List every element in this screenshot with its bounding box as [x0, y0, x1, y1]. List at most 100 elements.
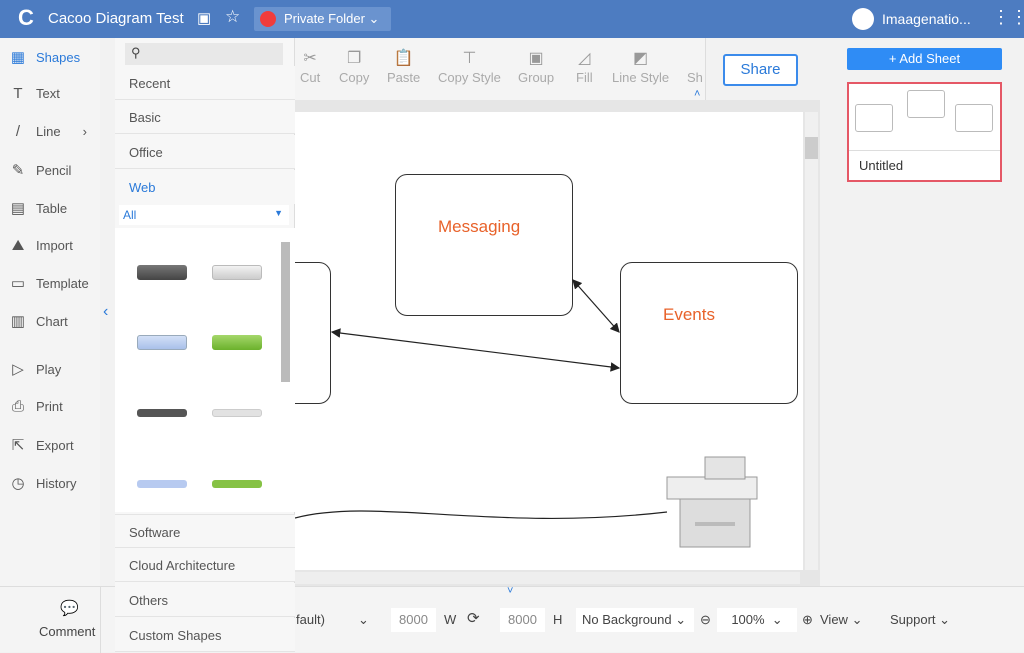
nav-shapes[interactable]: ▦ Shapes [8, 48, 80, 66]
chevron-right-icon[interactable]: › [83, 124, 87, 139]
divider [705, 38, 706, 100]
user-name[interactable]: Imaagenatio... [882, 11, 971, 27]
shape-dark-button[interactable] [137, 265, 187, 280]
dropdown-icon: ▼ [274, 208, 283, 218]
support-label: Support [890, 612, 936, 627]
group-button[interactable]: ▣ Group [518, 50, 555, 85]
support-menu[interactable]: Support ⌄ [890, 612, 950, 628]
print-icon: ⎙ [11, 398, 24, 415]
printer-icon[interactable] [666, 456, 758, 548]
shape-dark-bar[interactable] [137, 409, 187, 417]
apps-grid-icon[interactable]: ⋮⋮ [992, 7, 1024, 28]
nav-label: History [36, 475, 77, 491]
nav-import[interactable]: ⛰ Import [8, 237, 73, 254]
scissors-icon: ✂ [303, 50, 317, 67]
nav-label: Pencil [36, 162, 72, 178]
shapes-icon: ▦ [10, 49, 26, 66]
chevron-down-icon: ⌄ [368, 11, 380, 26]
category-software[interactable]: Software [115, 514, 295, 548]
horizontal-scrollbar[interactable] [295, 572, 800, 584]
nav-label: Text [36, 86, 60, 101]
nav-pencil[interactable]: ✎ Pencil [8, 161, 72, 179]
avatar[interactable] [852, 8, 874, 30]
line-style-button[interactable]: ◩ Line Style [612, 50, 670, 85]
copy-style-button[interactable]: ⊤ Copy Style [438, 50, 501, 85]
shape-blue-button[interactable] [137, 335, 187, 350]
collapse-toolbar-icon[interactable]: ˄ [694, 88, 700, 100]
gallery-scrollbar[interactable] [281, 242, 290, 382]
shape-search-input[interactable]: ⚲ [125, 43, 283, 65]
category-recent[interactable]: Recent [115, 66, 295, 100]
chart-icon: ▥ [10, 313, 26, 330]
tool-label: Group [518, 70, 555, 85]
page-size-select[interactable]: fault) [296, 612, 325, 627]
nav-chart[interactable]: ▥ Chart [8, 312, 68, 330]
history-icon: ◷ [11, 475, 25, 492]
shape-blue-bar[interactable] [137, 480, 187, 488]
shadow-button[interactable]: Sh [687, 70, 703, 85]
background-value: No Background [582, 612, 672, 627]
height-input[interactable]: 8000 [500, 608, 545, 632]
connectors [295, 279, 758, 548]
swap-icon[interactable]: ⟳ [467, 609, 480, 627]
comment-icon[interactable]: 💬 [60, 599, 79, 617]
nav-text[interactable]: T Text [8, 85, 60, 102]
scroll-thumb[interactable] [805, 137, 818, 159]
nav-print[interactable]: ⎙ Print [8, 398, 63, 415]
fill-button[interactable]: ◿ Fill [576, 50, 593, 85]
connector-line[interactable] [572, 279, 620, 333]
curved-connector[interactable] [295, 510, 668, 520]
diagram-canvas[interactable]: Messaging Events [275, 112, 803, 570]
collapse-panel-icon[interactable]: ‹ [103, 303, 108, 321]
sheet-thumbnail[interactable]: Untitled [847, 82, 1002, 182]
expand-bottom-icon[interactable]: ˅ [507, 585, 513, 597]
nav-history[interactable]: ◷ History [8, 474, 76, 492]
zoom-select[interactable]: 100% ⌄ [717, 608, 797, 632]
star-icon[interactable]: ☆ [225, 7, 240, 27]
nav-label: Chart [36, 313, 68, 329]
paste-button[interactable]: 📋 Paste [387, 50, 420, 85]
share-members-icon[interactable]: ▣ [197, 9, 211, 27]
category-office[interactable]: Office [115, 135, 295, 169]
nav-line[interactable]: / Line › [8, 123, 87, 140]
shape-green-button[interactable] [212, 335, 262, 350]
nav-play[interactable]: ▷ Play [8, 360, 61, 378]
vertical-scrollbar[interactable] [805, 112, 818, 570]
folder-button[interactable]: Private Folder ⌄ [254, 7, 391, 31]
category-others[interactable]: Others [115, 583, 295, 617]
divider [100, 587, 101, 653]
share-button[interactable]: Share [723, 54, 798, 86]
height-label: H [553, 612, 563, 627]
chevron-down-icon[interactable]: ⌄ [358, 612, 369, 628]
cut-button[interactable]: ✂ Cut [300, 50, 320, 85]
cacoo-logo-icon[interactable]: C [18, 5, 34, 31]
thumb-shape [855, 104, 893, 132]
category-web[interactable]: Web [115, 170, 295, 204]
zoom-value: 100% [731, 612, 765, 627]
diagram-title[interactable]: Cacoo Diagram Test [48, 10, 184, 27]
nav-label: Table [36, 200, 68, 216]
nav-table[interactable]: ▤ Table [8, 199, 67, 217]
filter-select[interactable]: All ▼ [119, 205, 289, 225]
shape-light-button[interactable] [212, 265, 262, 280]
shape-green-bar[interactable] [212, 480, 262, 488]
shape-light-bar[interactable] [212, 409, 262, 417]
category-custom-shapes[interactable]: Custom Shapes [115, 618, 295, 652]
nav-export[interactable]: ⇱ Export [8, 436, 74, 454]
width-input[interactable]: 8000 [391, 608, 436, 632]
zoom-in-icon[interactable]: ⊕ [802, 612, 813, 628]
tool-label: Line Style [612, 70, 670, 85]
category-cloud-architecture[interactable]: Cloud Architecture [115, 548, 295, 582]
add-sheet-button[interactable]: + Add Sheet [847, 48, 1002, 70]
nav-label: Play [36, 361, 62, 377]
view-menu[interactable]: View ⌄ [820, 612, 862, 628]
tool-label: Copy [339, 70, 370, 85]
nav-template[interactable]: ▭ Template [8, 274, 89, 292]
play-icon: ▷ [12, 361, 24, 378]
copy-button[interactable]: ❐ Copy [339, 50, 370, 85]
comment-button[interactable]: Comment [39, 624, 95, 639]
background-select[interactable]: No Background ⌄ [576, 608, 694, 632]
connector-line[interactable] [330, 328, 621, 372]
zoom-out-icon[interactable]: ⊖ [700, 612, 711, 628]
category-basic[interactable]: Basic [115, 100, 295, 134]
